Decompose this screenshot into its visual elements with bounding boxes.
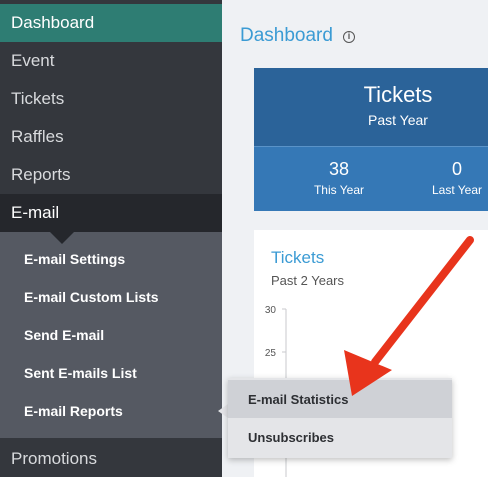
annotation-arrow [344,236,474,396]
